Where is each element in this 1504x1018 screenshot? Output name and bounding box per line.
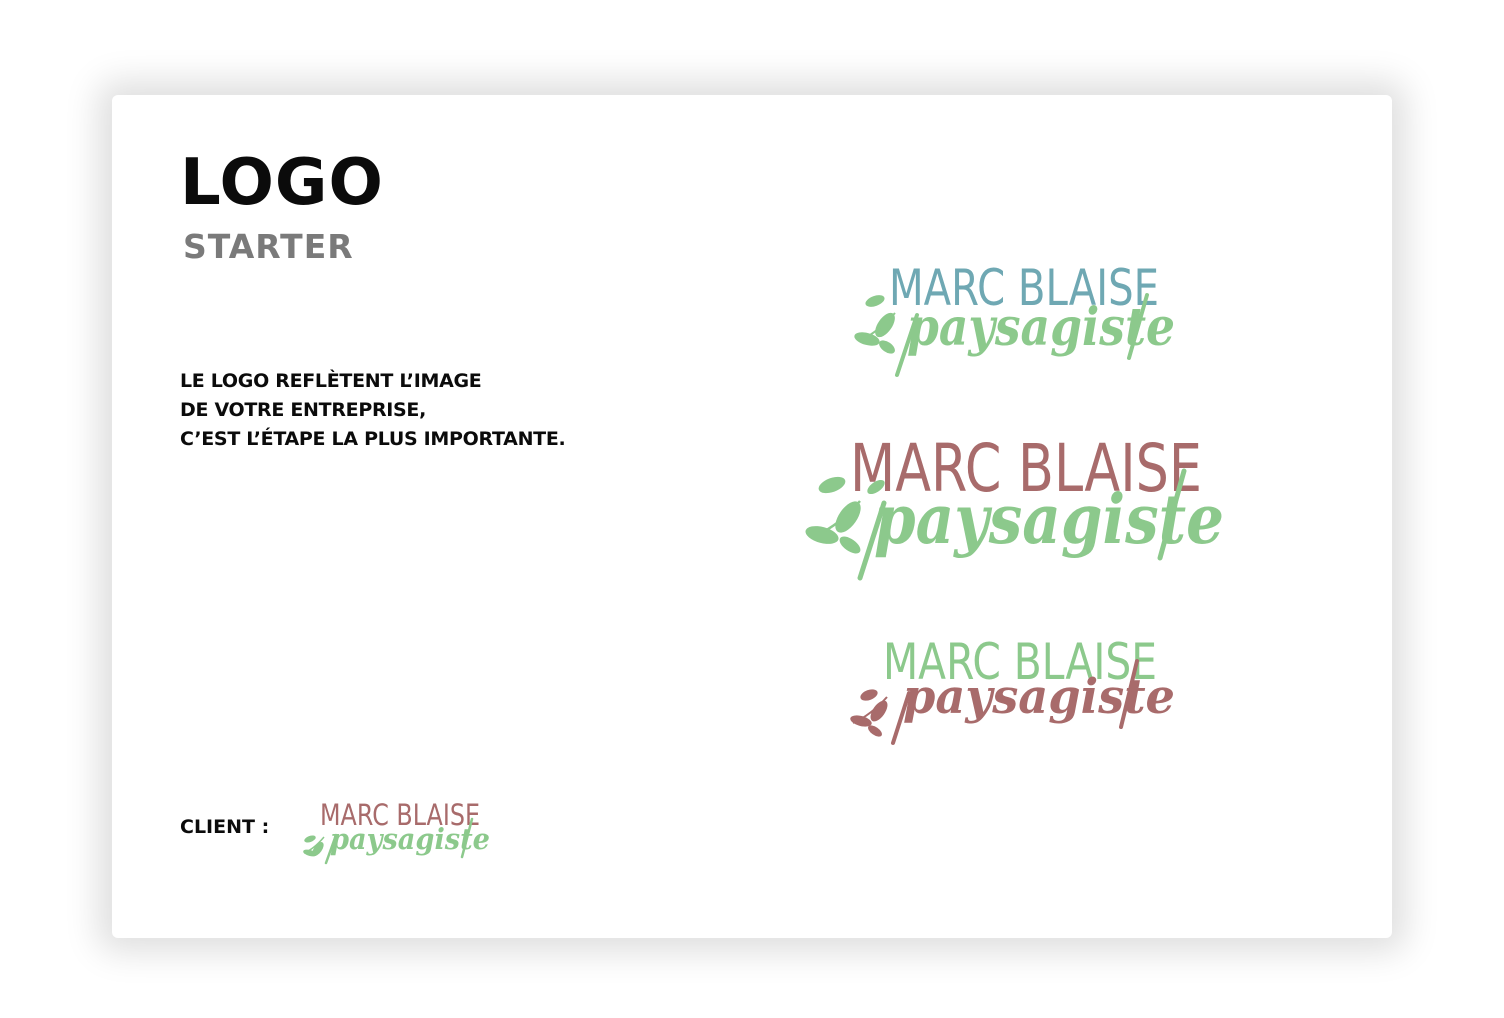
- tagline: LE LOGO REFLÈTENT L’IMAGE DE VOTRE ENTRE…: [180, 367, 566, 454]
- logo-variant-blue-green: MARC BLAISE paysagiste: [847, 253, 1177, 378]
- page: LOGO STARTER LE LOGO REFLÈTENT L’IMAGE D…: [0, 0, 1504, 1018]
- logo-graphic: MARC BLAISE paysagiste: [805, 430, 1224, 581]
- logo-variant-green-rose: MARC BLAISE paysagiste: [845, 627, 1175, 752]
- page-title: LOGO: [180, 146, 384, 220]
- tagline-line: LE LOGO REFLÈTENT L’IMAGE: [180, 370, 482, 392]
- leaf-icon: [850, 689, 888, 737]
- logo-graphic: MARC BLAISE paysagiste: [850, 633, 1175, 745]
- client-logo: MARC BLAISE paysagiste: [300, 795, 495, 867]
- tagline-line: DE VOTRE ENTREPRISE,: [180, 399, 427, 421]
- logo-graphic: MARC BLAISE paysagiste: [854, 259, 1175, 377]
- logo-variant-rose-green: MARC BLAISE paysagiste: [798, 423, 1228, 583]
- client-label: CLIENT :: [180, 816, 270, 838]
- tagline-line: C’EST L’ÉTAPE LA PLUS IMPORTANTE.: [180, 428, 566, 450]
- leaf-icon: [303, 835, 325, 857]
- page-subtitle: STARTER: [183, 227, 354, 266]
- presentation-card: LOGO STARTER LE LOGO REFLÈTENT L’IMAGE D…: [112, 95, 1392, 938]
- logo-graphic: MARC BLAISE paysagiste: [303, 798, 490, 865]
- logo-tagline: paysagiste: [907, 297, 1175, 358]
